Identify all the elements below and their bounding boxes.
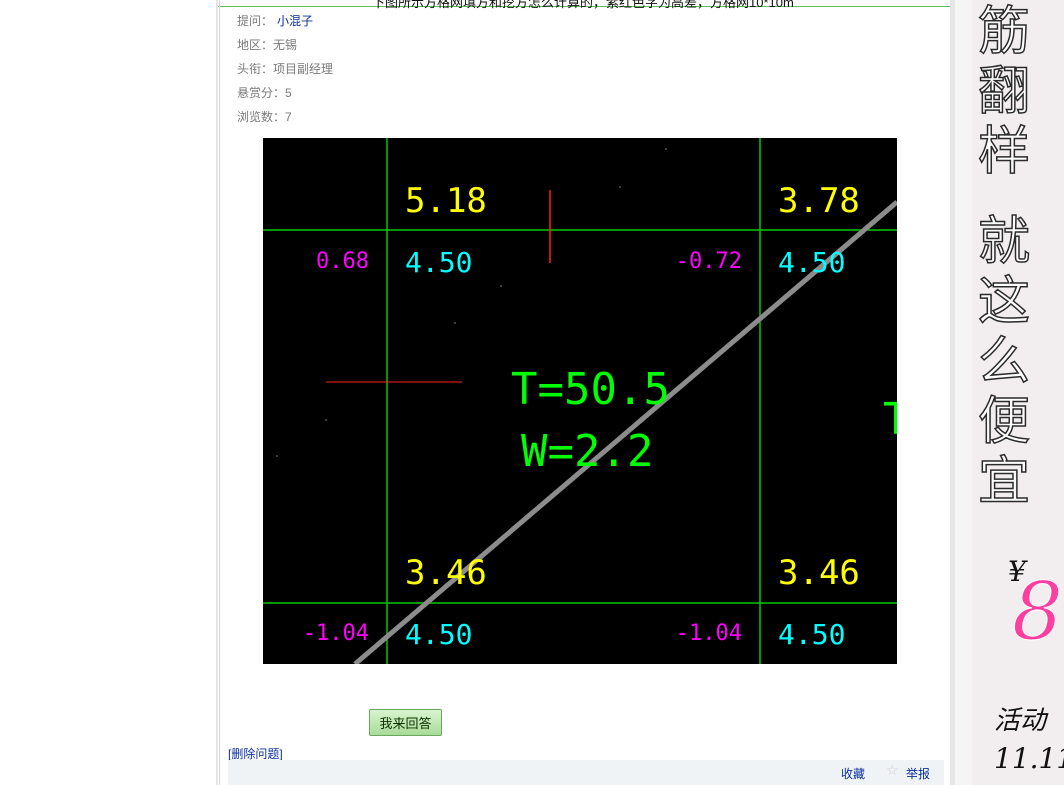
left-border-inner bbox=[219, 0, 220, 785]
side-advertisement[interactable]: 筋 翻 样 就 这 么 便 宜 ¥ 8 活动 11.11 bbox=[972, 0, 1064, 785]
design-bottom-right: 4.50 bbox=[778, 618, 845, 651]
report-link[interactable]: 举报 bbox=[906, 765, 930, 782]
dot bbox=[619, 186, 621, 188]
edge-label: T bbox=[883, 394, 897, 445]
fill-volume-label: T=50.5 bbox=[511, 364, 670, 415]
ad-date: 11.11 bbox=[994, 742, 1064, 775]
elevation-bottom-right: 3.46 bbox=[778, 553, 860, 593]
favorite-link[interactable]: 收藏 bbox=[841, 765, 865, 782]
rank-info: 头衔：项目副经理 bbox=[237, 62, 334, 76]
question-action-bar bbox=[228, 760, 944, 785]
difference-bottom-right: -1.04 bbox=[676, 621, 742, 646]
design-top-left: 4.50 bbox=[405, 246, 472, 279]
ad-price: 8 bbox=[1012, 565, 1064, 659]
cad-drawing-image: 5.18 4.50 0.68 3.78 4.50 -0.72 T=50.5 W=… bbox=[263, 138, 897, 664]
dot bbox=[665, 148, 667, 150]
ad-char: 便 bbox=[977, 391, 1031, 453]
ad-char: 就 bbox=[977, 211, 1031, 273]
dot bbox=[325, 419, 327, 421]
dot bbox=[276, 455, 278, 457]
difference-bottom-left: -1.04 bbox=[303, 621, 369, 646]
ad-char: 这 bbox=[977, 271, 1031, 333]
design-top-right: 4.50 bbox=[778, 246, 845, 279]
difference-top-right: -0.72 bbox=[676, 249, 742, 274]
ad-char: 样 bbox=[977, 121, 1031, 183]
design-bottom-left: 4.50 bbox=[405, 618, 472, 651]
elevation-top-right: 3.78 bbox=[778, 181, 860, 221]
left-blank-column bbox=[0, 0, 216, 785]
ad-event: 活动 bbox=[994, 706, 1047, 736]
asker-label: 提问： bbox=[237, 14, 274, 28]
right-gutter bbox=[955, 0, 972, 785]
ad-char: 筋 bbox=[977, 1, 1031, 63]
difference-top-left: 0.68 bbox=[316, 249, 369, 274]
asker-name-link[interactable]: 小混子 bbox=[277, 14, 313, 28]
ad-char: 宜 bbox=[977, 451, 1031, 513]
ad-char: 翻 bbox=[977, 61, 1031, 123]
elevation-bottom-left: 3.46 bbox=[405, 553, 487, 593]
dot bbox=[454, 322, 456, 324]
ad-char: 么 bbox=[977, 331, 1031, 393]
left-border bbox=[216, 0, 218, 785]
views-info: 浏览数：7 bbox=[237, 110, 292, 124]
answer-button[interactable]: 我来回答 bbox=[369, 709, 442, 736]
asker-row: 提问： 小混子 bbox=[237, 12, 313, 29]
cut-volume-label: W=2.2 bbox=[521, 426, 653, 477]
elevation-top-left: 5.18 bbox=[405, 181, 487, 221]
star-icon: ☆ bbox=[886, 763, 899, 779]
reward-info: 悬赏分：5 bbox=[237, 86, 292, 100]
dot bbox=[500, 285, 502, 287]
region-info: 地区：无锡 bbox=[237, 38, 298, 52]
question-title: 下图所示方格网填方和挖方怎么计算的，紫红色字为高差，方格网10*10m bbox=[372, 0, 794, 10]
